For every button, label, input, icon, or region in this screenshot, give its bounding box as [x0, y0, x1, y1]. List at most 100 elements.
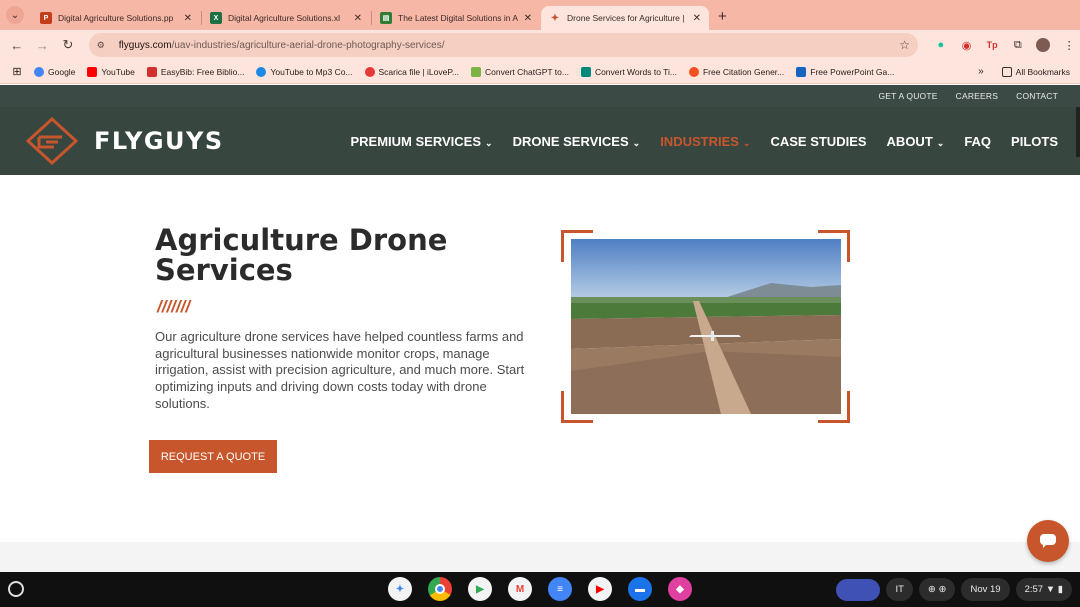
new-tab-icon[interactable]: + [718, 8, 727, 25]
reload-icon[interactable]: ↻ [55, 37, 81, 53]
bookmark-easybib[interactable]: EasyBib: Free Biblio... [146, 66, 244, 77]
all-bookmarks-folder[interactable]: All Bookmarks [1001, 66, 1070, 77]
url-text[interactable]: flyguys.com/uav-industries/agriculture-a… [119, 40, 899, 51]
clock: 2:57 [1024, 584, 1044, 595]
play-store-icon[interactable]: ▶ [468, 577, 492, 601]
nav-faq[interactable]: FAQ [964, 134, 991, 149]
hero-section: Agriculture Drone Services /////// Our a… [0, 175, 1080, 542]
speech-bubble-icon [1040, 534, 1056, 548]
apps-grid-icon[interactable]: ⊞ [0, 65, 34, 78]
nav-label: DRONE SERVICES [512, 133, 629, 149]
tray-toggles[interactable]: ⊕ ⊕ [918, 578, 956, 601]
nav-premium-services[interactable]: PREMIUM SERVICES ⌄ [351, 134, 493, 149]
input-language[interactable]: IT [886, 578, 913, 601]
extension-badge-icon[interactable]: ◉ [956, 34, 978, 56]
title-line: Services [155, 253, 293, 287]
all-bookmarks-label: All Bookmarks [1015, 66, 1070, 77]
tab-title: Digital Agriculture Solutions.pp [58, 13, 174, 23]
chatgpt-converter-icon [471, 66, 481, 77]
flyguys-icon: ✦ [550, 12, 560, 24]
folder-icon [1001, 66, 1012, 77]
bookmark-chatgpt[interactable]: Convert ChatGPT to... [471, 66, 569, 77]
next-section-band [0, 542, 1080, 572]
close-icon[interactable]: ✕ [184, 13, 192, 24]
nav-industries[interactable]: INDUSTRIES ⌄ [660, 134, 750, 149]
extensions-puzzle-icon[interactable]: ⧉ [1007, 34, 1029, 56]
bookmark-label: Google [48, 66, 76, 77]
nav-label: FAQ [964, 133, 992, 149]
docs-icon[interactable]: ≡ [548, 577, 572, 601]
tab-2[interactable]: ▤ The Latest Digital Solutions in A ✕ [372, 6, 540, 30]
close-icon[interactable]: ✕ [693, 13, 701, 24]
tab-search-icon[interactable]: ⌄ [6, 6, 24, 24]
tab-0[interactable]: P Digital Agriculture Solutions.pp ✕ [32, 6, 200, 30]
url-host: flyguys.com [118, 39, 172, 51]
bookmark-label: Convert ChatGPT to... [485, 66, 569, 77]
back-icon[interactable]: ← [4, 38, 30, 53]
brand-name[interactable]: FLYGUYS [94, 127, 224, 155]
bookmark-ytmp3[interactable]: YouTube to Mp3 Co... [256, 66, 353, 77]
heart-icon [364, 66, 375, 77]
close-icon[interactable]: ✕ [524, 13, 532, 24]
site-info-icon[interactable]: ⚙ [97, 40, 113, 51]
youtube-icon[interactable]: ▶ [588, 577, 612, 601]
decorative-slashes: /////// [157, 297, 191, 316]
tp-extension-icon[interactable]: Tp [981, 34, 1003, 56]
bookmark-google[interactable]: Google [34, 66, 76, 77]
drone-over-farmland-image [571, 239, 841, 414]
grammarly-icon[interactable]: ● [930, 34, 952, 56]
chevron-down-icon: ⌄ [742, 137, 751, 148]
bookmarks-bar: ⊞ Google YouTube EasyBib: Free Biblio...… [0, 60, 1080, 84]
close-icon[interactable]: ✕ [354, 13, 362, 24]
bookmark-label: Convert Words to Ti... [594, 66, 677, 77]
forward-icon[interactable]: → [30, 38, 56, 53]
system-tray: IT ⊕ ⊕ Nov 19 2:57 ▼ ▮ [836, 578, 1072, 601]
profile-icon[interactable] [1033, 34, 1055, 56]
tab-3[interactable]: ✦ Drone Services for Agriculture | ✕ [541, 6, 709, 30]
bookmark-label: Free Citation Gener... [702, 66, 785, 77]
battery-icon: ▮ [1057, 584, 1063, 595]
gmail-icon[interactable]: M [508, 577, 532, 601]
status-area[interactable]: 2:57 ▼ ▮ [1015, 578, 1072, 601]
contact-link[interactable]: CONTACT [1016, 91, 1058, 101]
date-display[interactable]: Nov 19 [961, 578, 1010, 601]
careers-link[interactable]: CAREERS [956, 91, 999, 101]
files-icon[interactable]: ▬ [628, 577, 652, 601]
chrome-icon[interactable] [428, 577, 452, 601]
address-bar[interactable]: ⚙ flyguys.com/uav-industries/agriculture… [88, 33, 919, 57]
tab-title: Digital Agriculture Solutions.xl [228, 13, 340, 23]
nav-label: PREMIUM SERVICES [350, 133, 482, 149]
bookmark-youtube[interactable]: YouTube [87, 66, 135, 77]
url-path: /uav-industries/agriculture-aerial-drone… [171, 39, 445, 51]
os-shelf: ✦ ▶ M ≡ ▶ ▬ ◆ IT ⊕ ⊕ Nov 19 2:57 ▼ ▮ [0, 572, 1080, 607]
nav-case-studies[interactable]: CASE STUDIES [770, 134, 866, 149]
tab-title: Drone Services for Agriculture | [567, 13, 685, 23]
get-a-quote-link[interactable]: GET A QUOTE [878, 91, 937, 101]
bookmark-citation[interactable]: Free Citation Gener... [688, 66, 785, 77]
tab-1[interactable]: X Digital Agriculture Solutions.xl ✕ [202, 6, 370, 30]
add-icon: ⊕ [938, 584, 947, 595]
bookmark-label: Free PowerPoint Ga... [810, 66, 895, 77]
utility-bar: GET A QUOTE CAREERS CONTACT [0, 85, 1080, 107]
account-avatars-icon[interactable] [836, 578, 881, 601]
request-quote-button[interactable]: REQUEST A QUOTE [149, 440, 277, 473]
nav-about[interactable]: ABOUT ⌄ [887, 134, 945, 149]
bookmark-star-icon[interactable]: ☆ [899, 38, 910, 52]
bookmark-ilovepdf[interactable]: Scarica file | iLoveP... [364, 66, 459, 77]
powerpoint-icon: P [40, 12, 52, 24]
more-bookmarks-icon[interactable]: » [978, 66, 984, 77]
chat-bubble-icon[interactable] [1027, 520, 1069, 562]
hero-description: Our agriculture drone services have help… [155, 329, 525, 411]
flyguys-logo-icon[interactable] [24, 116, 80, 166]
browser-menu-icon[interactable]: ⋮ [1058, 34, 1080, 56]
nav-drone-services[interactable]: DRONE SERVICES ⌄ [513, 134, 641, 149]
nav-label: CASE STUDIES [770, 133, 867, 149]
nav-pilots[interactable]: PILOTS [1011, 134, 1058, 149]
app-icon[interactable]: ◆ [668, 577, 692, 601]
gemini-icon[interactable]: ✦ [388, 577, 412, 601]
bookmark-words[interactable]: Convert Words to Ti... [580, 66, 677, 77]
page-scrollbar[interactable] [1076, 107, 1080, 157]
launcher-icon[interactable] [8, 581, 24, 597]
bookmark-powerpoint[interactable]: Free PowerPoint Ga... [796, 66, 895, 77]
title-line: Agriculture Drone [155, 223, 448, 257]
